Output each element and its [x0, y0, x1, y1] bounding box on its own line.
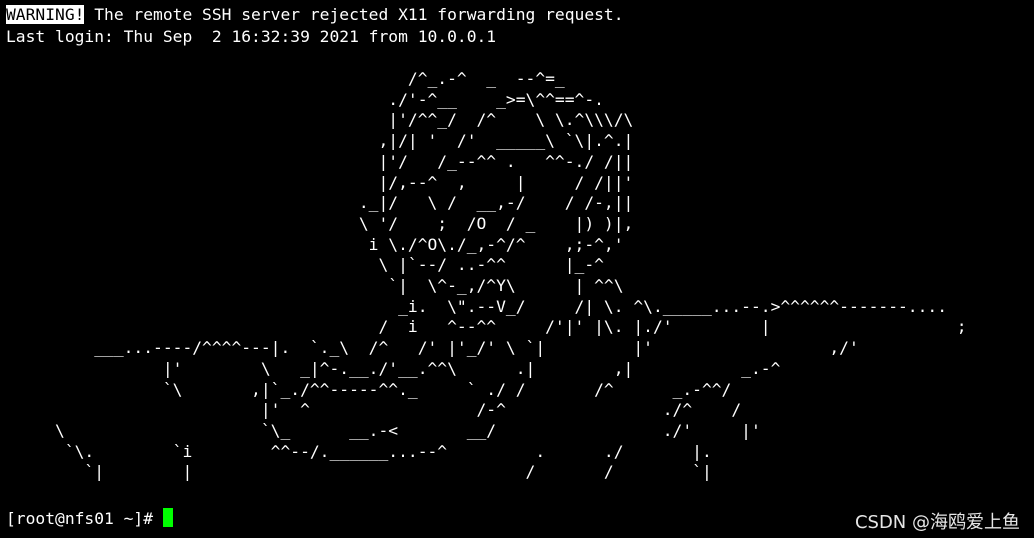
terminal-window[interactable]: WARNING! The remote SSH server rejected … [0, 0, 1034, 538]
warning-line: WARNING! The remote SSH server rejected … [6, 4, 624, 25]
ascii-art: /^_.-^ _ --^=_ ./'-^__ _>=\^^==^-. |'/^^… [55, 69, 967, 482]
prompt-line[interactable]: [root@nfs01 ~]# [6, 508, 173, 529]
terminal-cursor [162, 508, 173, 527]
warning-badge: WARNING! [6, 5, 85, 24]
last-login-line: Last login: Thu Sep 2 16:32:39 2021 from… [6, 27, 497, 46]
csdn-watermark: CSDN @海鸥爱上鱼 [854, 512, 1020, 533]
warning-message: The remote SSH server rejected X11 forwa… [84, 5, 624, 24]
shell-prompt: [root@nfs01 ~]# [6, 509, 163, 528]
